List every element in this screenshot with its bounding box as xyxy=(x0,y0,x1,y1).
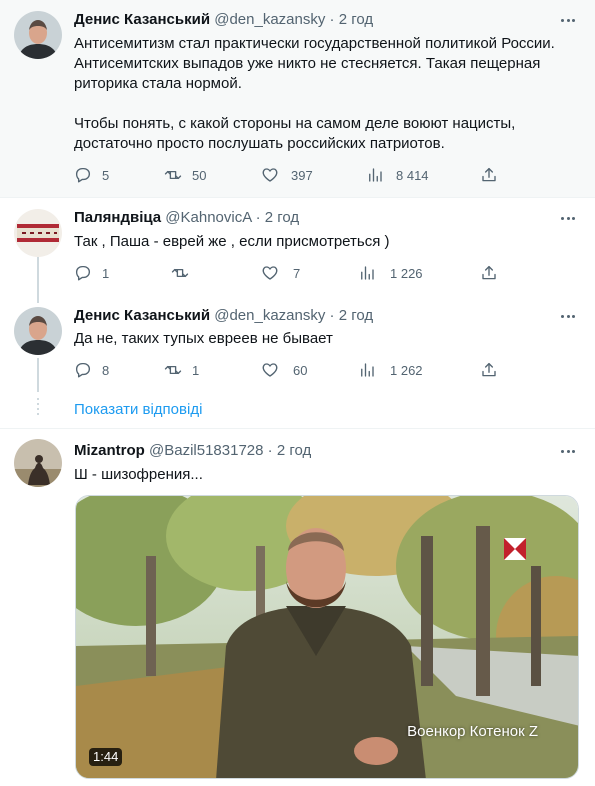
avatar[interactable] xyxy=(14,209,62,257)
retweet-icon xyxy=(164,170,182,180)
like-count: 397 xyxy=(291,167,313,183)
views-button[interactable]: 1 226 xyxy=(358,263,423,283)
tweet-header: Денис Казанський @den_kazansky · 2 год xyxy=(74,306,373,326)
views-button[interactable]: 8 414 xyxy=(366,165,429,185)
views-icon xyxy=(361,363,374,377)
reply-count: 5 xyxy=(102,167,110,183)
like-button[interactable]: 60 xyxy=(261,360,307,380)
share-button[interactable] xyxy=(480,165,498,185)
reply-icon xyxy=(75,167,91,183)
more-icon[interactable] xyxy=(559,307,577,325)
tweet-actions: 1 7 1 226 xyxy=(74,263,504,283)
retweet-button[interactable] xyxy=(171,263,189,283)
author-handle[interactable]: @den_kazansky xyxy=(214,11,325,28)
tweet-header: Паляндвіца @KahnovicA · 2 год xyxy=(74,208,299,228)
video-player[interactable]: Военкор Котенок Z 1:44 xyxy=(75,495,579,779)
timestamp[interactable]: 2 год xyxy=(339,11,373,28)
retweet-button[interactable]: 50 xyxy=(164,165,206,185)
heart-icon xyxy=(262,266,278,280)
retweet-count: 1 xyxy=(192,362,200,378)
author-name[interactable]: Паляндвіца xyxy=(74,209,161,226)
views-icon xyxy=(361,266,374,280)
like-count: 7 xyxy=(293,265,301,281)
tweet-text: Да не, таких тупых евреев не бывает xyxy=(74,330,333,347)
video-duration: 1:44 xyxy=(89,748,123,766)
like-button[interactable]: 397 xyxy=(261,165,313,185)
separator-dot: · xyxy=(267,442,273,459)
separator-dot: · xyxy=(255,209,261,226)
tweet-main[interactable]: Денис Казанський @den_kazansky · 2 год А… xyxy=(0,0,595,197)
separator-dot: · xyxy=(329,307,335,324)
views-button[interactable]: 1 262 xyxy=(358,360,423,380)
author-name[interactable]: Mizantrop xyxy=(74,442,145,459)
tweet-actions: 8 1 60 1 262 xyxy=(74,360,504,380)
reply-count: 8 xyxy=(102,362,110,378)
reply-button[interactable]: 1 xyxy=(74,263,109,283)
like-count: 60 xyxy=(293,362,308,378)
reply-icon xyxy=(75,265,91,281)
tweet-header: Денис Казанський @den_kazansky · 2 год xyxy=(74,10,373,30)
retweet-icon xyxy=(171,268,189,278)
avatar[interactable] xyxy=(14,307,62,355)
author-handle[interactable]: @KahnovicA xyxy=(165,209,251,226)
views-count: 1 262 xyxy=(390,362,423,378)
heart-icon xyxy=(262,168,278,182)
reply-button[interactable]: 5 xyxy=(74,165,109,185)
tweet-actions: 5 50 397 8 414 xyxy=(74,165,504,185)
retweet-count: 50 xyxy=(192,167,207,183)
share-button[interactable] xyxy=(480,360,498,380)
reply-tweet[interactable]: Паляндвіца @KahnovicA · 2 год Так , Паша… xyxy=(0,198,595,298)
tweet-header: Mizantrop @Bazil51831728 · 2 год xyxy=(74,441,311,461)
views-count: 8 414 xyxy=(396,167,429,183)
share-icon xyxy=(482,265,496,280)
thread-dots xyxy=(37,398,39,418)
more-icon[interactable] xyxy=(559,11,577,29)
views-icon xyxy=(369,168,382,182)
more-icon[interactable] xyxy=(559,442,577,460)
tweet-text: Так , Паша - еврей же , если присмотреть… xyxy=(74,233,390,250)
tweet-text: Ш - шизофрения... xyxy=(74,466,203,483)
retweet-icon xyxy=(164,365,182,375)
video-watermark: Военкор Котенок Z xyxy=(407,723,538,740)
author-name[interactable]: Денис Казанський xyxy=(74,307,210,324)
reply-icon xyxy=(75,362,91,378)
show-replies-link[interactable]: Показати відповіді xyxy=(74,400,202,420)
avatar[interactable] xyxy=(14,439,62,487)
share-icon xyxy=(482,362,496,377)
like-button[interactable]: 7 xyxy=(261,263,300,283)
separator-dot: · xyxy=(329,11,335,28)
share-icon xyxy=(482,167,496,182)
share-button[interactable] xyxy=(480,263,498,283)
more-icon[interactable] xyxy=(559,209,577,227)
reply-tweet[interactable]: Денис Казанський @den_kazansky · 2 год Д… xyxy=(0,298,595,398)
timestamp[interactable]: 2 год xyxy=(265,209,299,226)
author-handle[interactable]: @Bazil51831728 xyxy=(149,442,263,459)
tweet-text: Антисемитизм стал практически государств… xyxy=(74,35,555,152)
timestamp[interactable]: 2 год xyxy=(339,307,373,324)
timestamp[interactable]: 2 год xyxy=(277,442,311,459)
author-name[interactable]: Денис Казанський xyxy=(74,11,210,28)
avatar[interactable] xyxy=(14,11,62,59)
reply-count: 1 xyxy=(102,265,110,281)
reply-button[interactable]: 8 xyxy=(74,360,109,380)
views-count: 1 226 xyxy=(390,265,423,281)
retweet-button[interactable]: 1 xyxy=(164,360,199,380)
author-handle[interactable]: @den_kazansky xyxy=(214,307,325,324)
heart-icon xyxy=(262,363,278,377)
